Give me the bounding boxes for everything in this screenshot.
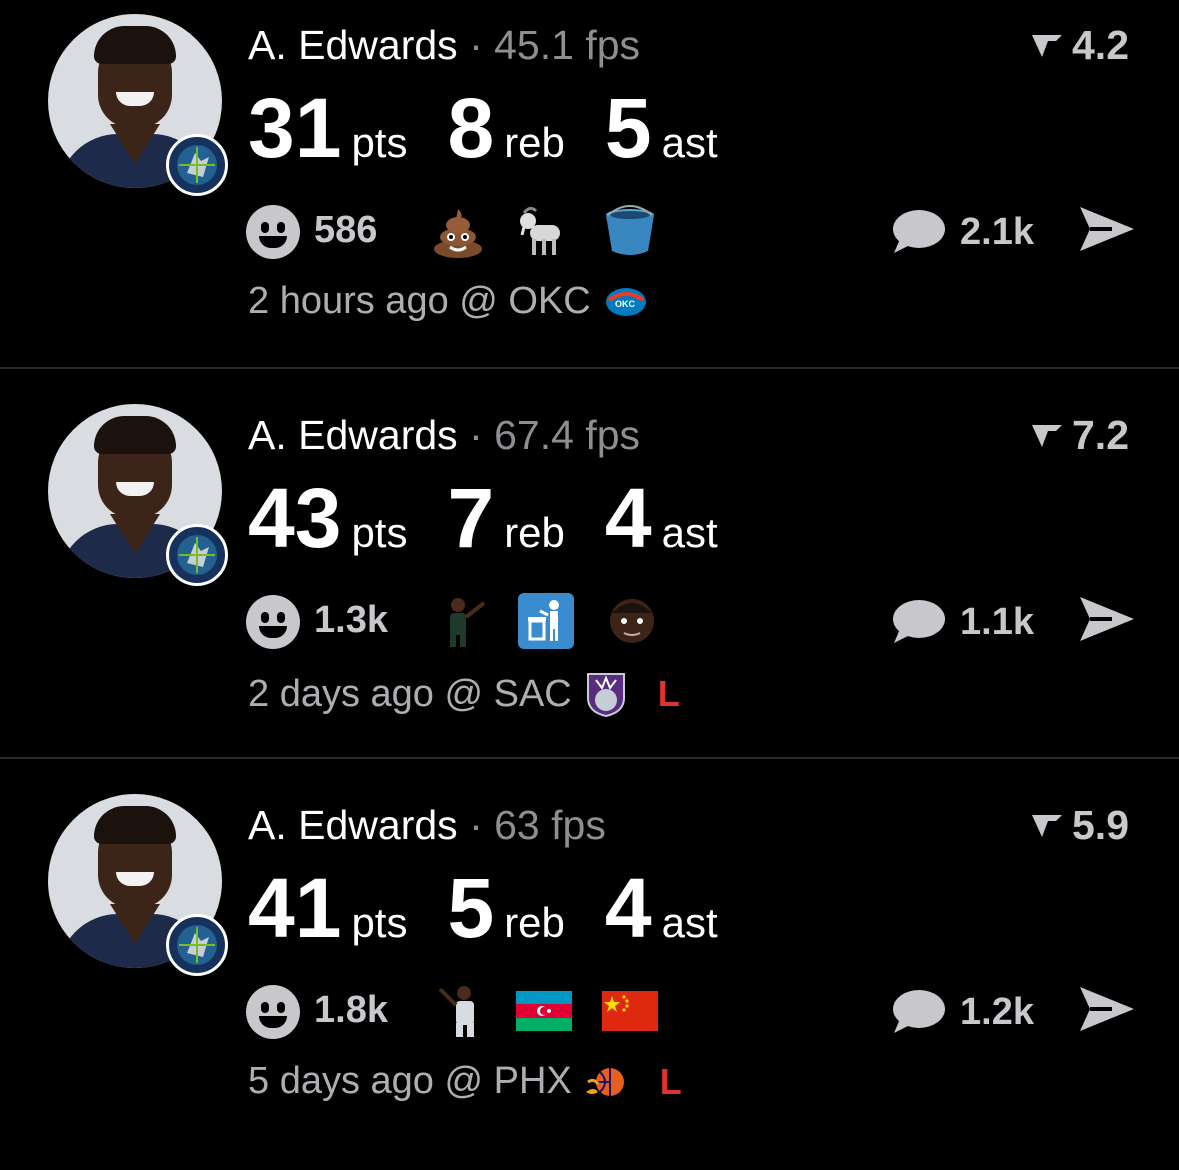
player-name[interactable]: A. Edwards (248, 22, 458, 68)
assists-label: ast (661, 509, 718, 556)
post-divider (0, 757, 1179, 759)
post-divider (0, 367, 1179, 369)
comments-button[interactable]: 1.2k (890, 987, 1034, 1037)
rating-icon (1032, 34, 1062, 57)
fps-value: 45.1 fps (494, 22, 641, 68)
rating-score[interactable]: 4.2 (1030, 22, 1129, 69)
poop-emoji-icon[interactable] (430, 203, 486, 259)
comments-button[interactable]: 2.1k (890, 207, 1034, 257)
azerbaijan-flag-icon[interactable] (516, 983, 572, 1039)
hair-graphic (94, 806, 176, 844)
rating-value: 5.9 (1072, 802, 1129, 848)
assists-label: ast (661, 119, 718, 166)
fps-value: 63 fps (494, 802, 606, 848)
reaction-count: 1.3k (314, 599, 388, 641)
timberwolves-logo-icon (166, 914, 228, 976)
title-separator: · (469, 802, 483, 848)
comments-button[interactable]: 1.1k (890, 597, 1034, 647)
sacramento-kings-logo-icon (586, 673, 625, 718)
rebounds-value: 7 (447, 471, 495, 565)
comment-count: 2.1k (960, 210, 1034, 253)
okc-thunder-logo-icon: OKC (605, 287, 646, 316)
points-label: pts (351, 899, 408, 946)
timberwolves-logo-icon (166, 524, 228, 586)
stat-line: 43 pts 7 reb 4 ast (248, 470, 758, 567)
player-face-sticker-icon[interactable] (604, 593, 660, 649)
comment-count: 1.2k (960, 990, 1034, 1033)
comment-bubble-icon (893, 210, 946, 253)
game-post[interactable]: A. Edwards · 63 fps 5.9 41 pts 5 reb 4 a… (0, 780, 1179, 1170)
rebounds-value: 5 (447, 861, 495, 955)
post-title: A. Edwards · 63 fps (248, 802, 606, 849)
rating-value: 7.2 (1072, 412, 1129, 458)
comment-count: 1.1k (960, 600, 1034, 643)
share-send-icon[interactable] (1078, 983, 1136, 1035)
rebounds-value: 8 (447, 81, 495, 175)
assists-value: 4 (604, 861, 652, 955)
rebounds-label: reb (504, 899, 565, 946)
points-label: pts (351, 509, 408, 556)
reaction-row: 1.8k 1.2k (246, 983, 1136, 1039)
hair-graphic (94, 416, 176, 454)
game-meta: 2 hours ago @ OKC OKC (248, 280, 679, 323)
rebounds-label: reb (504, 509, 565, 556)
bucket-emoji-icon[interactable] (602, 203, 658, 259)
post-title: A. Edwards · 45.1 fps (248, 22, 640, 69)
player-name[interactable]: A. Edwards (248, 412, 458, 458)
rating-score[interactable]: 5.9 (1030, 802, 1129, 849)
smiley-reaction-icon[interactable] (246, 985, 300, 1039)
rating-icon (1032, 424, 1062, 447)
timberwolves-logo-icon (166, 134, 228, 196)
game-time-opponent[interactable]: 5 days ago @ PHX (248, 1060, 572, 1103)
stat-line: 31 pts 8 reb 5 ast (248, 80, 758, 177)
trash-can-emoji-icon[interactable] (518, 593, 574, 649)
game-result: L (657, 673, 680, 714)
comment-bubble-icon (893, 990, 946, 1033)
smiley-reaction-icon[interactable] (246, 595, 300, 649)
reaction-row: 586 2.1k (246, 203, 1136, 259)
reaction-row: 1.3k 1.1k (246, 593, 1136, 649)
share-send-icon[interactable] (1078, 203, 1136, 255)
china-flag-icon[interactable] (602, 983, 658, 1039)
game-meta: 2 days ago @ SAC L (248, 670, 680, 718)
points-label: pts (351, 119, 408, 166)
phoenix-suns-logo-icon (585, 1067, 624, 1096)
rating-value: 4.2 (1072, 22, 1129, 68)
game-time-opponent[interactable]: 2 days ago @ SAC (248, 673, 572, 716)
post-title: A. Edwards · 67.4 fps (248, 412, 640, 459)
rating-score[interactable]: 7.2 (1030, 412, 1129, 459)
game-post[interactable]: A. Edwards · 67.4 fps 7.2 43 pts 7 reb 4… (0, 390, 1179, 780)
fps-value: 67.4 fps (494, 412, 641, 458)
svg-text:OKC: OKC (615, 299, 636, 309)
smiley-reaction-icon[interactable] (246, 205, 300, 259)
share-send-icon[interactable] (1078, 593, 1136, 645)
hair-graphic (94, 26, 176, 64)
game-meta: 5 days ago @ PHX L (248, 1060, 682, 1103)
goat-emoji-icon[interactable] (516, 203, 572, 259)
points-value: 43 (248, 471, 342, 565)
assists-value: 4 (604, 471, 652, 565)
player-pointing-sticker-icon[interactable] (434, 983, 490, 1039)
game-time-opponent[interactable]: 2 hours ago @ OKC (248, 280, 591, 323)
rebounds-label: reb (504, 119, 565, 166)
assists-label: ast (661, 899, 718, 946)
game-post[interactable]: A. Edwards · 45.1 fps 4.2 31 pts 8 reb 5… (0, 0, 1179, 390)
points-value: 41 (248, 861, 342, 955)
reaction-count: 1.8k (314, 989, 388, 1031)
points-value: 31 (248, 81, 342, 175)
title-separator: · (469, 22, 483, 68)
comment-bubble-icon (893, 600, 946, 643)
game-result: L (659, 1060, 682, 1102)
rating-icon (1032, 814, 1062, 837)
reaction-count: 586 (314, 209, 378, 251)
player-name[interactable]: A. Edwards (248, 802, 458, 848)
stat-line: 41 pts 5 reb 4 ast (248, 860, 758, 957)
assists-value: 5 (604, 81, 652, 175)
title-separator: · (469, 412, 483, 458)
player-celebrate-sticker-icon[interactable] (436, 593, 492, 649)
